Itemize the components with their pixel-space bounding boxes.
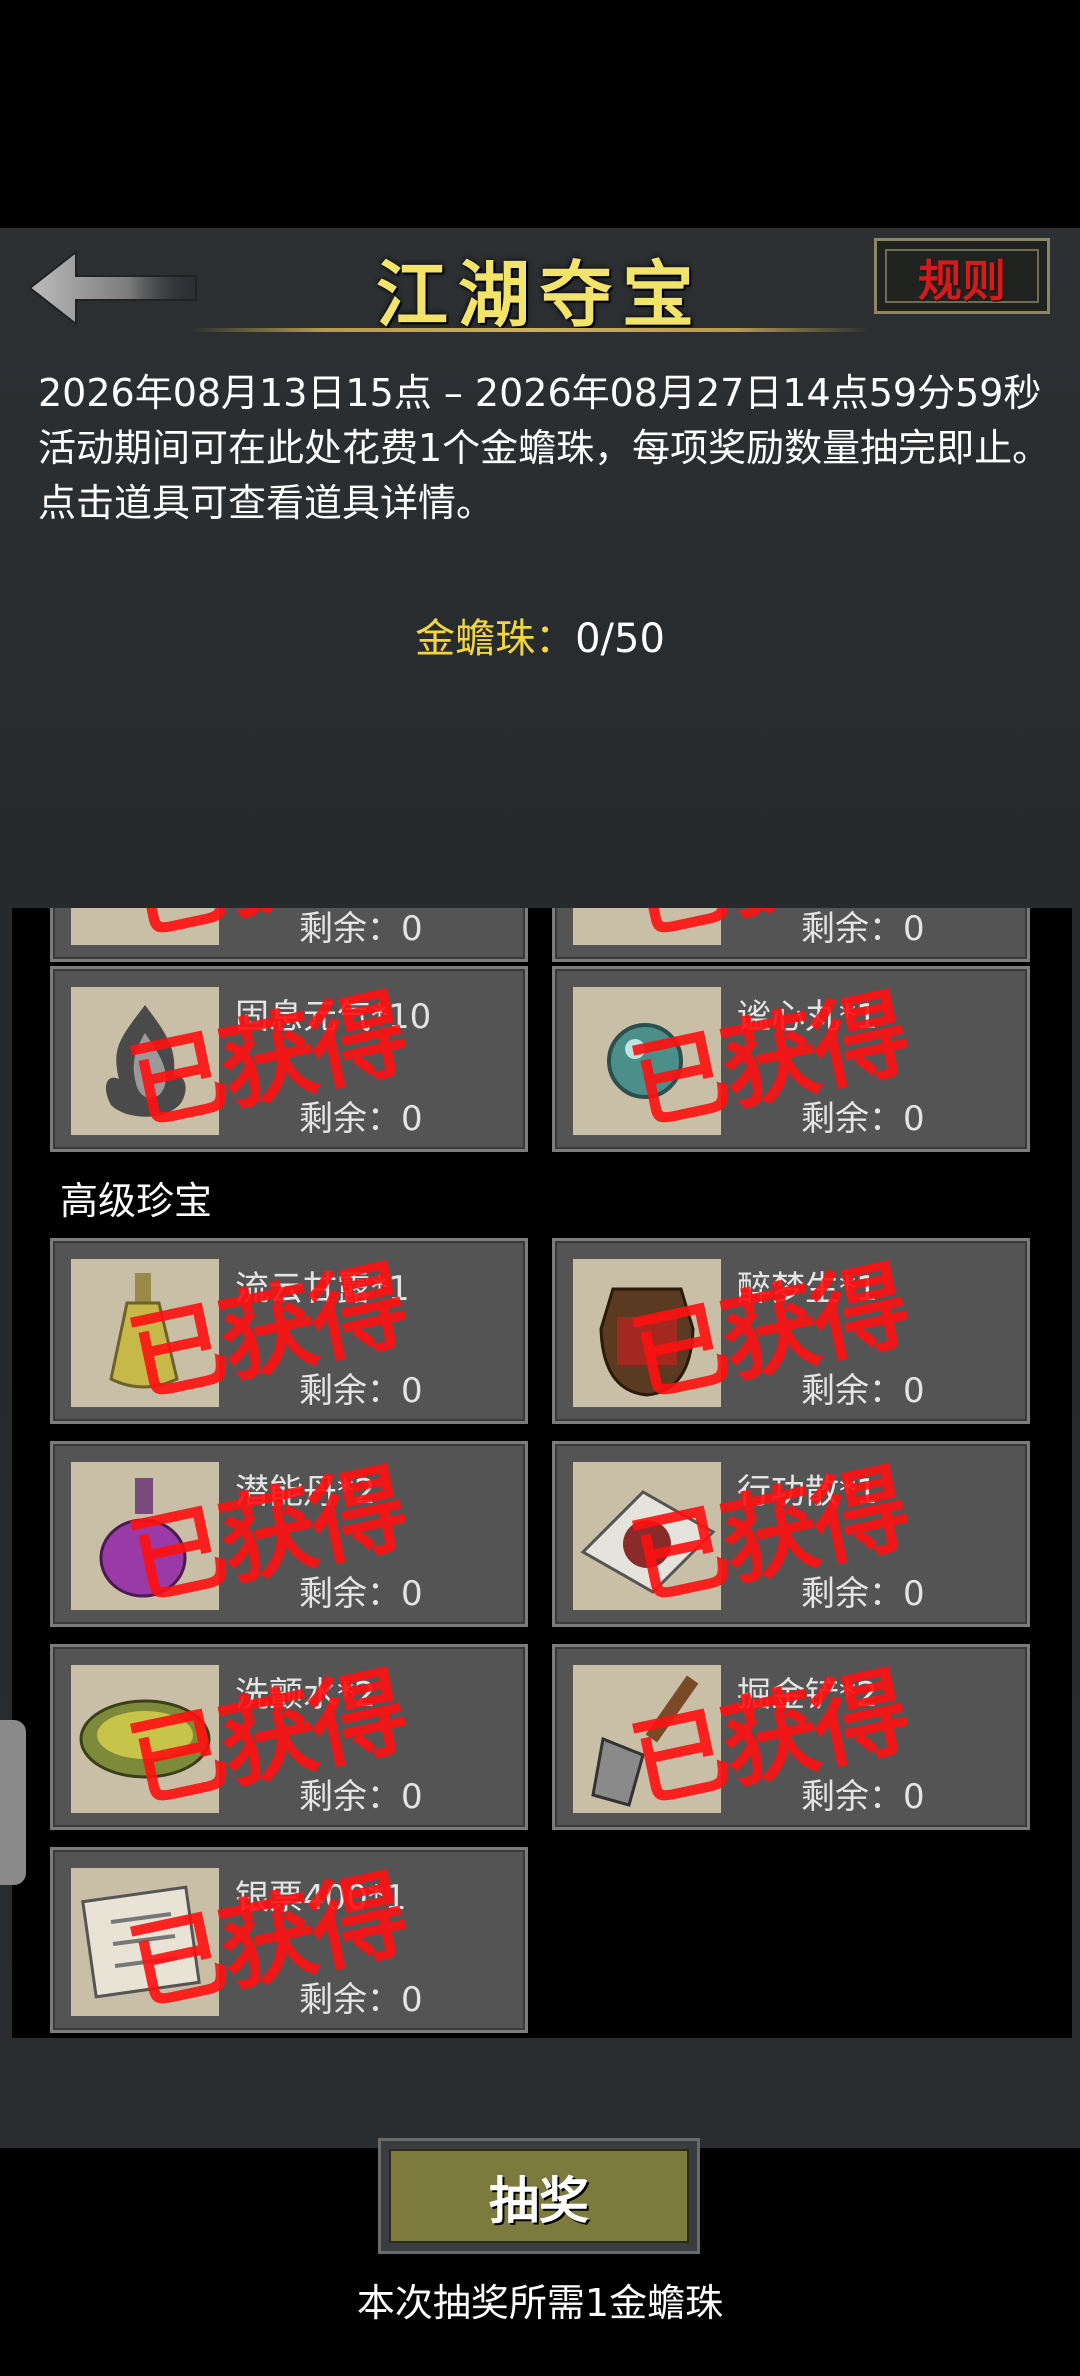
prize-card[interactable]: 固息元气*10 已获得 剩余：0 <box>50 966 528 1152</box>
prize-card[interactable]: 流云甘露*1 已获得 剩余：0 <box>50 1238 528 1424</box>
draw-button[interactable]: 抽奖 <box>378 2138 700 2254</box>
coin-counter: 金蟾珠：0/50 <box>0 606 1080 664</box>
section-title-advanced: 高级珍宝 <box>60 1179 213 1223</box>
prize-card[interactable]: 行功散*1 已获得 剩余：0 <box>552 1441 1030 1627</box>
item-remaining: 剩余：0 <box>801 1777 925 1817</box>
item-remaining: 剩余：0 <box>801 1371 925 1411</box>
item-remaining: 剩余：0 <box>299 909 423 949</box>
prize-card[interactable]: 掘金铲*2 已获得 剩余：0 <box>552 1644 1030 1830</box>
potion-bottle-icon <box>71 1462 219 1610</box>
item-remaining: 剩余：0 <box>299 1574 423 1614</box>
prize-card[interactable]: 潜能丹*2 已获得 剩余：0 <box>50 1441 528 1627</box>
item-remaining: 剩余：0 <box>299 1371 423 1411</box>
flask-icon <box>71 1259 219 1407</box>
item-thumbnail <box>573 908 721 945</box>
powder-packet-icon <box>573 1462 721 1610</box>
prize-card[interactable]: 谧心丸*1 已获得 剩余：0 <box>552 966 1030 1152</box>
item-name: 行功散*1 <box>737 1472 878 1512</box>
prize-card[interactable]: 已获得 剩余：0 <box>50 908 528 962</box>
item-remaining: 剩余：0 <box>801 1099 925 1139</box>
title-divider <box>190 328 870 332</box>
draw-cost-note: 本次抽奖所需1金蟾珠 <box>356 2281 724 2325</box>
item-name: 固息元气*10 <box>235 997 432 1037</box>
bowl-icon <box>71 1665 219 1813</box>
item-name: 洗颤水*2 <box>235 1675 376 1715</box>
prize-card[interactable]: 已获得 剩余：0 <box>552 908 1030 962</box>
coin-value: 0/50 <box>575 616 665 662</box>
side-drawer-handle[interactable] <box>0 1720 26 1885</box>
activity-period: 2026年08月13日15点 – 2026年08月27日14点59分59秒 <box>38 371 1042 415</box>
item-name: 潜能丹*2 <box>235 1472 376 1512</box>
prize-card[interactable]: 醉梦生*1 已获得 剩余：0 <box>552 1238 1030 1424</box>
activity-hint: 点击道具可查看道具详情。 <box>38 481 495 525</box>
item-name: 醉梦生*1 <box>737 1269 878 1309</box>
item-name: 银票400*1 <box>235 1878 407 1918</box>
draw-button-label: 抽奖 <box>489 2172 589 2230</box>
coin-label: 金蟾珠： <box>415 616 576 662</box>
flame-icon <box>71 987 219 1135</box>
banknote-icon <box>71 1868 219 2016</box>
activity-info: 2026年08月13日15点 – 2026年08月27日14点59分59秒 活动… <box>38 366 1058 531</box>
activity-rule: 活动期间可在此处花费1个金蟾珠，每项奖励数量抽完即止。 <box>38 426 1051 470</box>
item-name: 流云甘露*1 <box>235 1269 410 1309</box>
item-name: 掘金铲*2 <box>737 1675 878 1715</box>
wine-jar-icon <box>573 1259 721 1407</box>
rules-button-label: 规则 <box>918 256 1006 307</box>
prize-list[interactable]: 已获得 剩余：0 已获得 剩余：0 固息元气*10 已获得 剩余：0 <box>12 908 1072 2038</box>
pearl-icon <box>573 987 721 1135</box>
item-remaining: 剩余：0 <box>801 909 925 949</box>
item-name: 谧心丸*1 <box>737 997 878 1037</box>
header: 江湖夺宝 规则 <box>0 228 1080 338</box>
shovel-icon <box>573 1665 721 1813</box>
item-remaining: 剩余：0 <box>801 1574 925 1614</box>
prize-card[interactable]: 银票400*1 已获得 剩余：0 <box>50 1847 528 2033</box>
item-remaining: 剩余：0 <box>299 1980 423 2020</box>
prize-card[interactable]: 洗颤水*2 已获得 剩余：0 <box>50 1644 528 1830</box>
rules-button[interactable]: 规则 <box>874 238 1050 314</box>
treasure-panel: 江湖夺宝 规则 2026年08月13日15点 – 2026年08月27日14点5… <box>0 228 1080 2325</box>
item-thumbnail <box>71 908 219 945</box>
item-remaining: 剩余：0 <box>299 1099 423 1139</box>
item-remaining: 剩余：0 <box>299 1777 423 1817</box>
